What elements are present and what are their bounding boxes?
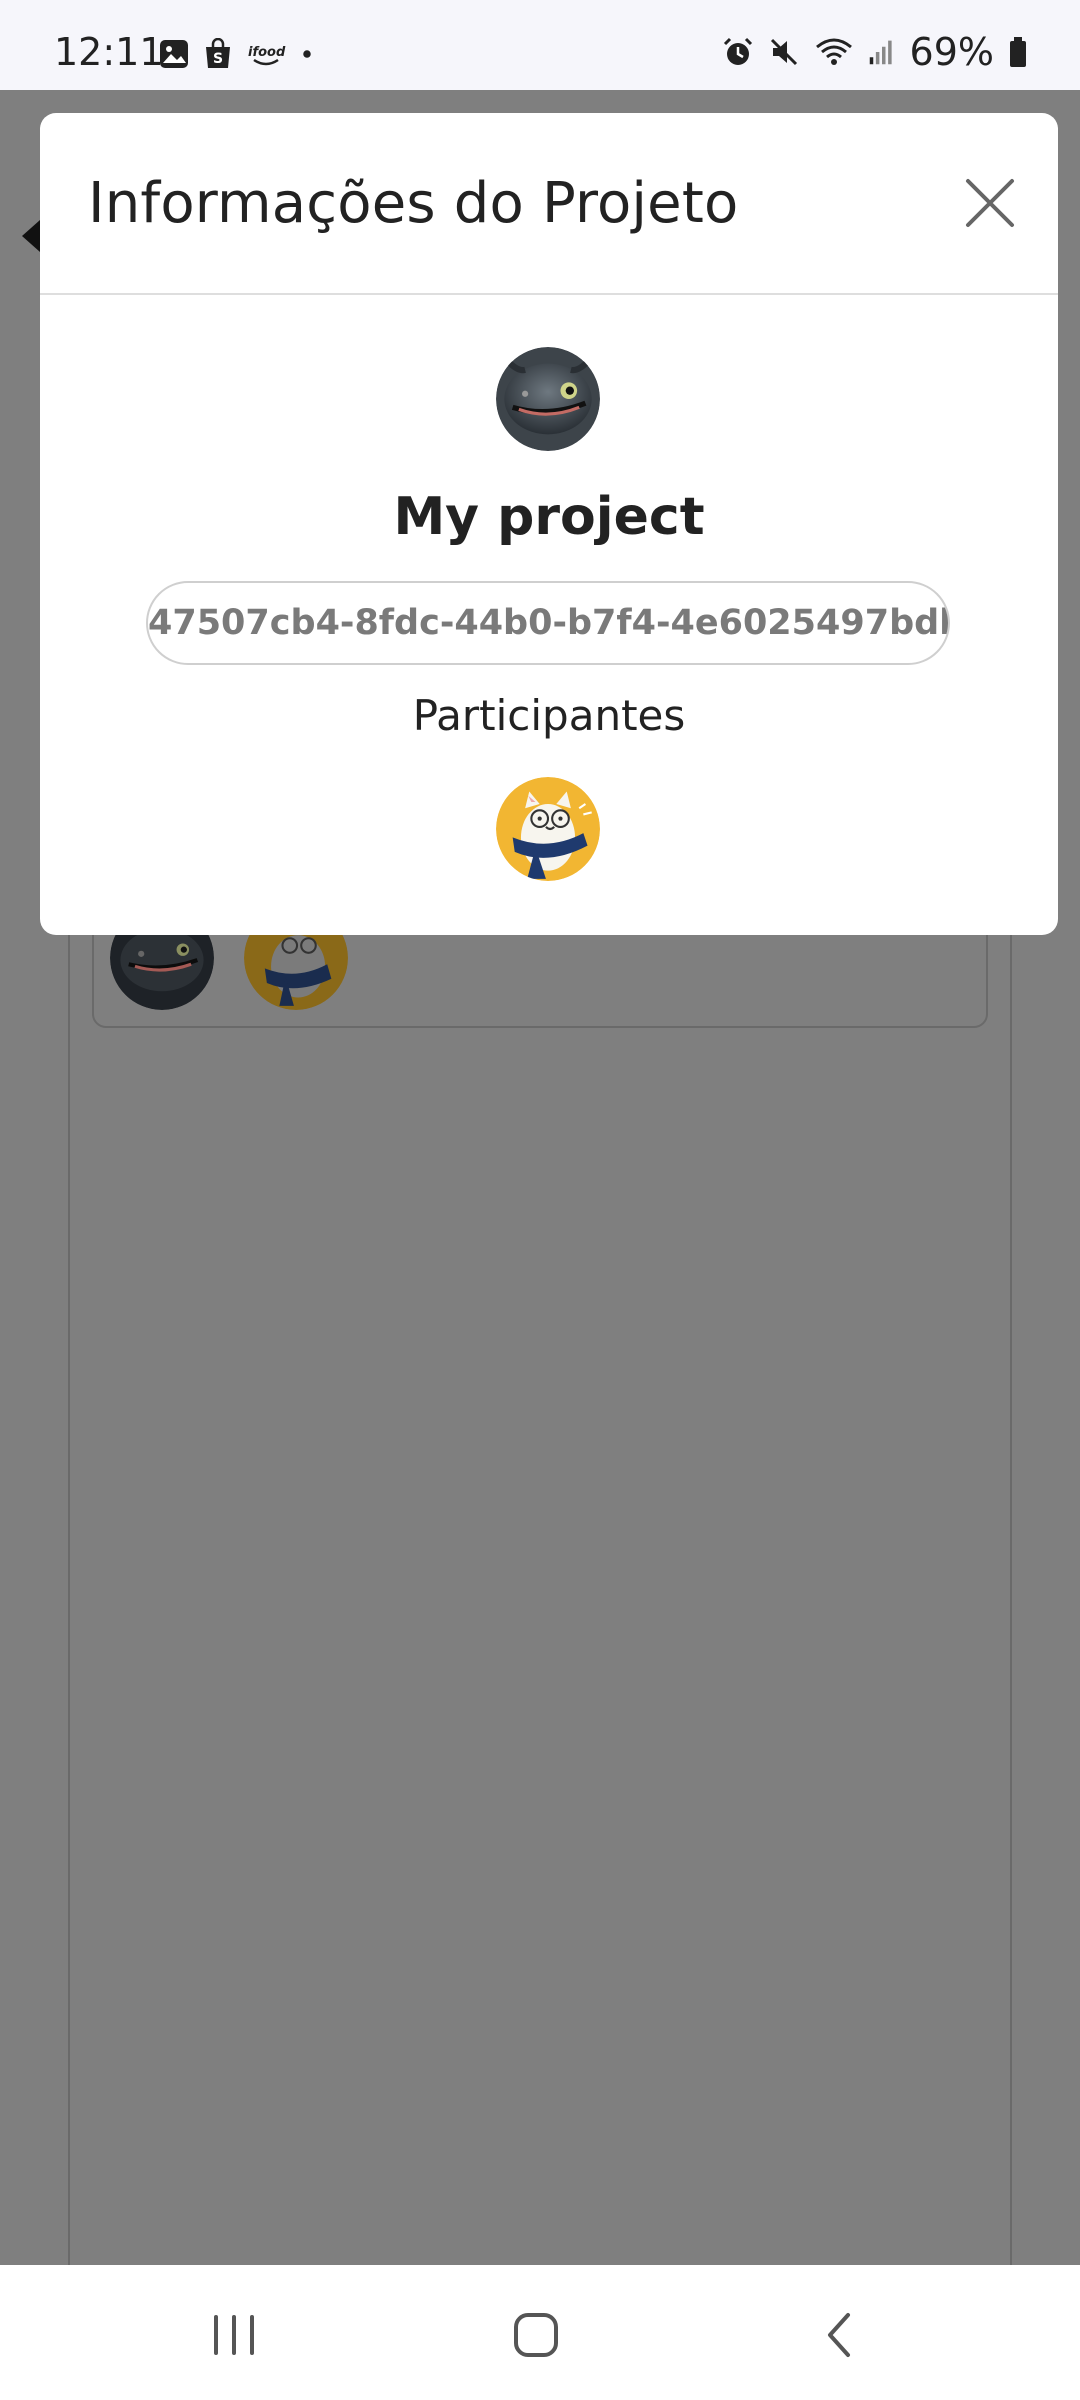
battery-percent: 69% — [909, 30, 994, 74]
battery-icon — [1010, 37, 1026, 67]
background-back-arrow-icon — [22, 220, 40, 252]
system-nav-bar — [0, 2265, 1080, 2400]
wifi-icon — [815, 38, 852, 65]
back-icon[interactable] — [800, 2305, 880, 2365]
signal-icon — [869, 40, 892, 65]
svg-text:S: S — [213, 51, 223, 67]
ifood-icon: ifood — [248, 45, 286, 66]
dot-icon — [303, 50, 311, 58]
dialog-title: Informações do Projeto — [88, 171, 739, 236]
shopping-bag-icon: S — [206, 38, 230, 68]
participants-label: Participantes — [412, 691, 686, 740]
background-panel — [68, 840, 1012, 2270]
status-time: 12:11 — [54, 30, 164, 74]
recents-icon[interactable] — [194, 2305, 274, 2365]
project-avatar — [496, 347, 600, 451]
status-bar: 12:11 S ifood 69% — [0, 0, 1080, 90]
close-icon[interactable] — [962, 175, 1018, 231]
alarm-icon — [723, 37, 752, 65]
notification-icons: S ifood — [158, 38, 322, 70]
project-id-pill[interactable]: 47507cb4-8fdc-44b0-b7f4-4e6025497bdb — [146, 581, 950, 665]
home-icon[interactable] — [496, 2305, 576, 2365]
system-icons: 69% — [722, 30, 1028, 74]
svg-text:ifood: ifood — [248, 45, 286, 60]
project-name: My project — [393, 487, 705, 547]
dialog-header: Informações do Projeto — [40, 113, 1058, 295]
gallery-icon — [160, 40, 188, 68]
participant-avatar[interactable] — [496, 777, 600, 881]
project-info-dialog: Informações do Projeto My project 47507c… — [40, 113, 1058, 935]
mute-icon — [770, 38, 797, 66]
